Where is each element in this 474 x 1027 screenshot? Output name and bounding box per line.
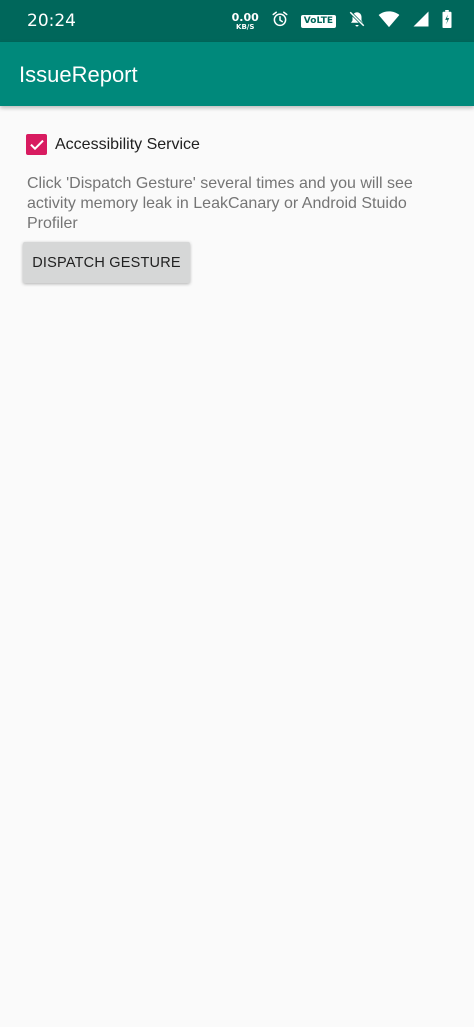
network-speed-value: 0.00 xyxy=(231,10,259,24)
signal-icon xyxy=(412,10,430,33)
checkbox-label: Accessibility Service xyxy=(55,135,200,153)
alarm-icon xyxy=(271,10,289,33)
volte-icon: VoLTE xyxy=(300,14,336,28)
status-bar: 20:24 0.00 KB/S VoLTE xyxy=(0,0,474,42)
app-title: IssueReport xyxy=(19,62,138,87)
status-time: 20:24 xyxy=(27,11,76,31)
app-bar: IssueReport xyxy=(0,42,474,106)
checkbox-checked-icon[interactable] xyxy=(26,134,47,155)
dispatch-gesture-button[interactable]: DISPATCH GESTURE xyxy=(23,242,190,283)
accessibility-service-checkbox[interactable]: Accessibility Service xyxy=(26,134,200,155)
network-speed: 0.00 KB/S xyxy=(232,12,259,31)
status-icons: 0.00 KB/S VoLTE xyxy=(232,9,452,33)
wifi-icon xyxy=(378,10,400,33)
mute-icon xyxy=(348,10,366,33)
network-speed-unit: KB/S xyxy=(236,22,255,31)
instruction-text: Click 'Dispatch Gesture' several times a… xyxy=(27,175,413,232)
battery-icon xyxy=(442,9,452,33)
